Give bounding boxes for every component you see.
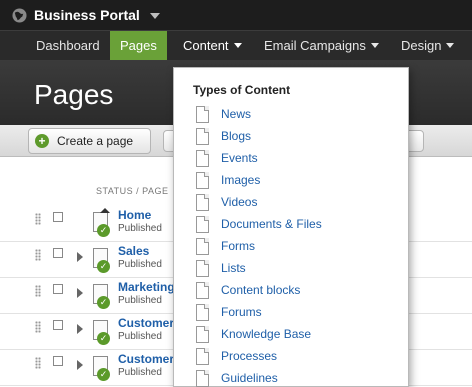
nav-dashboard[interactable]: Dashboard bbox=[26, 31, 110, 61]
menu-item-label: Videos bbox=[221, 195, 258, 209]
menu-item-label: Processes bbox=[221, 349, 278, 363]
row-page-link[interactable]: Customer bbox=[118, 316, 174, 330]
drag-handle-icon[interactable] bbox=[35, 285, 41, 297]
document-icon bbox=[193, 128, 209, 149]
chevron-down-icon bbox=[446, 43, 455, 49]
menu-item-lists[interactable]: Lists bbox=[193, 260, 394, 282]
page-title: Pages bbox=[34, 79, 114, 110]
published-check-icon: ✓ bbox=[97, 368, 110, 381]
menu-item-images[interactable]: Images bbox=[193, 172, 394, 194]
nav-design[interactable]: Design bbox=[391, 31, 464, 61]
published-check-icon: ✓ bbox=[97, 224, 110, 237]
expand-arrow-icon[interactable] bbox=[77, 288, 83, 298]
content-types-dropdown: Types of Content News Blogs Events Image… bbox=[173, 67, 409, 387]
create-page-label: Create a page bbox=[57, 134, 134, 148]
create-page-button[interactable]: + Create a page bbox=[28, 128, 151, 154]
menu-item-label: Images bbox=[221, 173, 261, 187]
nav-content-label: Content bbox=[183, 38, 229, 53]
menu-item-label: News bbox=[221, 107, 252, 121]
row-status: Published bbox=[118, 295, 162, 306]
document-icon bbox=[193, 282, 209, 303]
drag-handle-icon[interactable] bbox=[35, 213, 41, 225]
row-page-link[interactable]: Home bbox=[118, 208, 151, 222]
nav-email-campaigns[interactable]: Email Campaigns bbox=[254, 31, 389, 61]
menu-item-guidelines[interactable]: Guidelines bbox=[193, 370, 394, 387]
document-icon bbox=[193, 216, 209, 237]
menu-item-forums[interactable]: Forums bbox=[193, 304, 394, 326]
menu-item-blogs[interactable]: Blogs bbox=[193, 128, 394, 150]
menu-item-label: Guidelines bbox=[221, 371, 278, 385]
document-icon bbox=[193, 260, 209, 281]
menu-item-label: Content blocks bbox=[221, 283, 301, 297]
menu-item-news[interactable]: News bbox=[193, 106, 394, 128]
nav-email-campaigns-label: Email Campaigns bbox=[264, 38, 366, 53]
row-checkbox[interactable] bbox=[53, 248, 63, 258]
dropdown-title: Types of Content bbox=[193, 83, 291, 97]
document-icon bbox=[193, 370, 209, 387]
drag-handle-icon[interactable] bbox=[35, 249, 41, 261]
home-icon bbox=[100, 208, 110, 213]
row-status: Published bbox=[118, 367, 162, 378]
nav-design-label: Design bbox=[401, 38, 442, 53]
row-status: Published bbox=[118, 259, 162, 270]
menu-item-label: Forms bbox=[221, 239, 255, 253]
row-page-link[interactable]: Customer bbox=[118, 352, 174, 366]
document-icon bbox=[193, 150, 209, 171]
chevron-down-icon bbox=[233, 43, 242, 49]
drag-handle-icon[interactable] bbox=[35, 321, 41, 333]
plus-icon: + bbox=[35, 134, 49, 148]
document-icon bbox=[193, 238, 209, 259]
nav-pages[interactable]: Pages bbox=[110, 31, 167, 61]
globe-icon bbox=[12, 8, 27, 23]
document-icon bbox=[193, 304, 209, 325]
row-status: Published bbox=[118, 331, 162, 342]
column-header-status-page: STATUS / PAGE bbox=[96, 186, 169, 196]
nav-dashboard-label: Dashboard bbox=[36, 38, 100, 53]
nav-content[interactable]: Content bbox=[173, 31, 252, 61]
chevron-down-icon[interactable] bbox=[150, 13, 160, 19]
row-checkbox[interactable] bbox=[53, 356, 63, 366]
published-check-icon: ✓ bbox=[97, 296, 110, 309]
drag-handle-icon[interactable] bbox=[35, 357, 41, 369]
menu-item-label: Forums bbox=[221, 305, 262, 319]
document-icon bbox=[193, 106, 209, 127]
published-check-icon: ✓ bbox=[97, 260, 110, 273]
row-page-link[interactable]: Sales bbox=[118, 244, 149, 258]
menu-item-events[interactable]: Events bbox=[193, 150, 394, 172]
document-icon bbox=[193, 348, 209, 369]
document-icon bbox=[193, 194, 209, 215]
menu-item-label: Events bbox=[221, 151, 258, 165]
nav-pages-label: Pages bbox=[120, 38, 157, 53]
expand-arrow-icon[interactable] bbox=[77, 324, 83, 334]
menu-item-label: Blogs bbox=[221, 129, 252, 143]
menu-item-content-blocks[interactable]: Content blocks bbox=[193, 282, 394, 304]
menu-item-videos[interactable]: Videos bbox=[193, 194, 394, 216]
menu-item-label: Knowledge Base bbox=[221, 327, 312, 341]
document-icon bbox=[193, 172, 209, 193]
published-check-icon: ✓ bbox=[97, 332, 110, 345]
row-page-link[interactable]: Marketing bbox=[118, 280, 175, 294]
row-checkbox[interactable] bbox=[53, 284, 63, 294]
top-bar: Business Portal bbox=[0, 0, 472, 30]
menu-item-forms[interactable]: Forms bbox=[193, 238, 394, 260]
document-icon bbox=[193, 326, 209, 347]
menu-item-label: Documents & Files bbox=[221, 217, 322, 231]
row-status: Published bbox=[118, 223, 162, 234]
row-checkbox[interactable] bbox=[53, 320, 63, 330]
main-nav: Dashboard Pages Content Email Campaigns … bbox=[0, 30, 472, 61]
menu-item-processes[interactable]: Processes bbox=[193, 348, 394, 370]
menu-item-documents-files[interactable]: Documents & Files bbox=[193, 216, 394, 238]
expand-arrow-icon[interactable] bbox=[77, 252, 83, 262]
brand-title[interactable]: Business Portal bbox=[34, 7, 140, 23]
expand-arrow-icon[interactable] bbox=[77, 360, 83, 370]
menu-item-label: Lists bbox=[221, 261, 246, 275]
row-checkbox[interactable] bbox=[53, 212, 63, 222]
chevron-down-icon bbox=[370, 43, 379, 49]
menu-item-knowledge-base[interactable]: Knowledge Base bbox=[193, 326, 394, 348]
